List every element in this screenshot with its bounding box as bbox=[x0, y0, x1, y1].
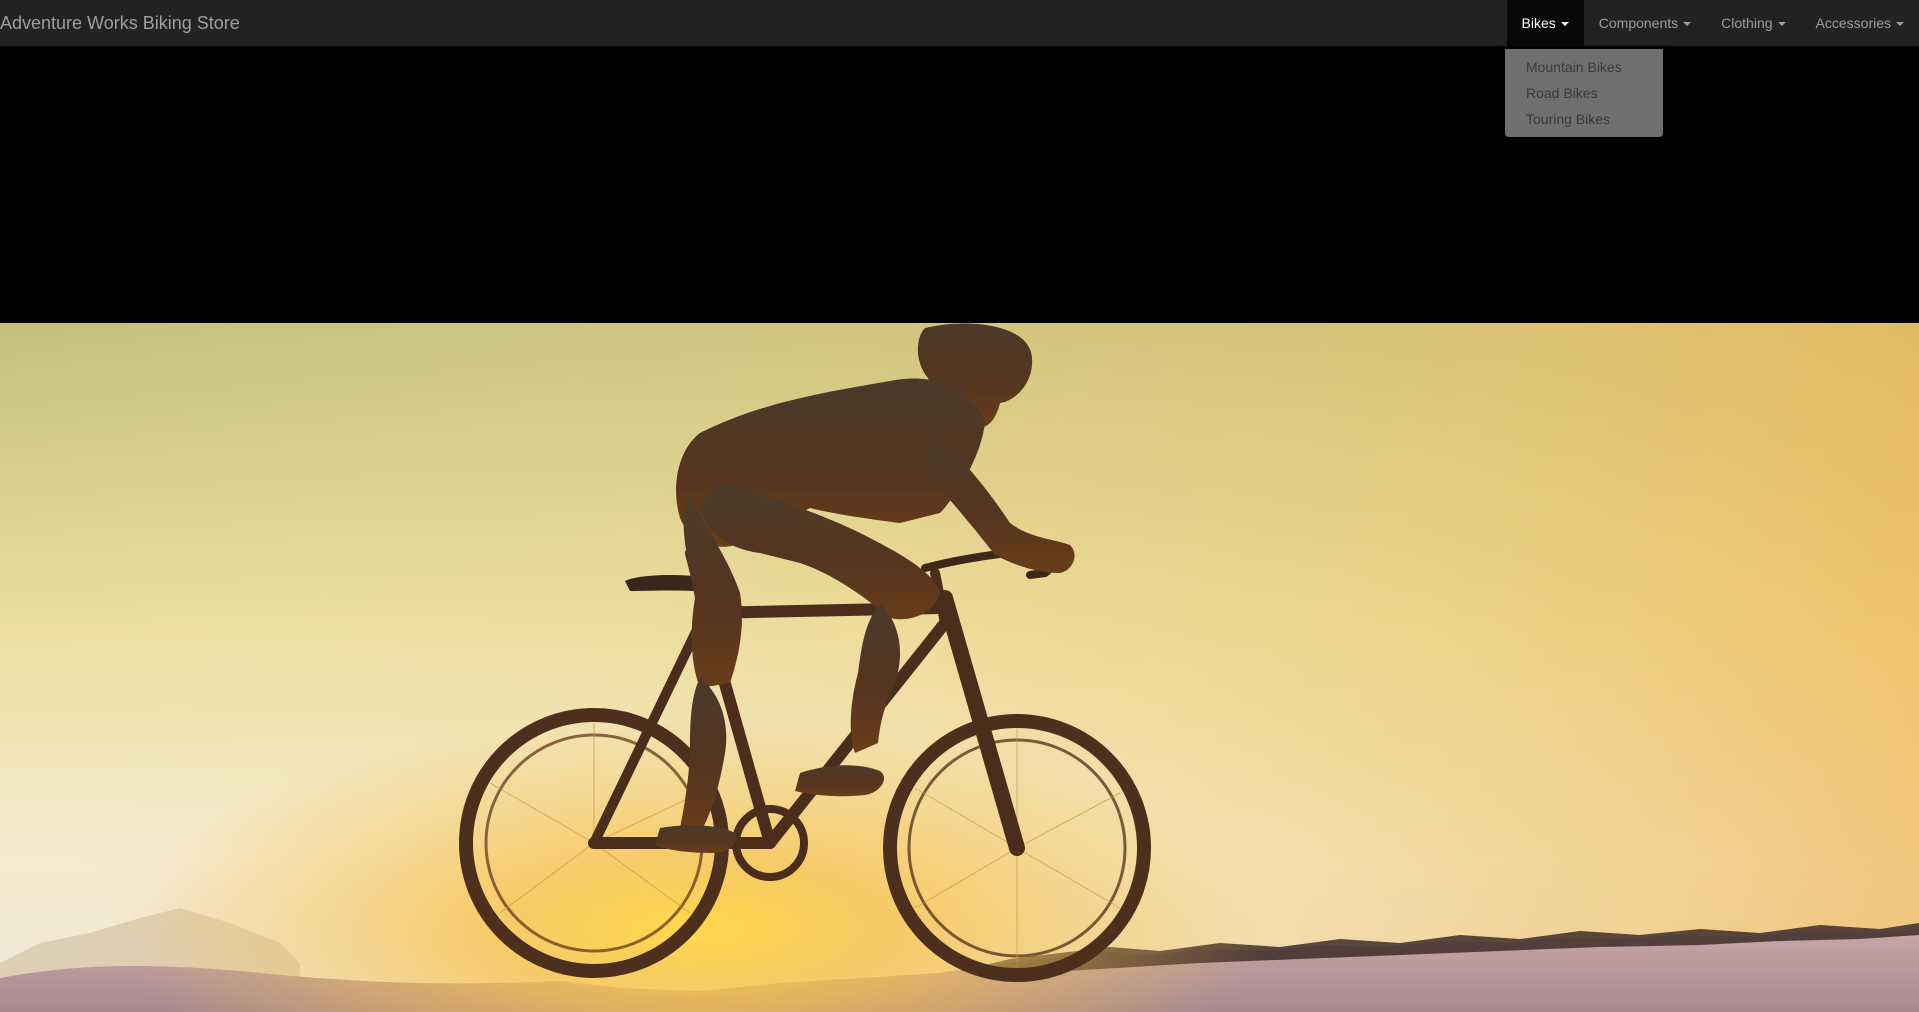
caret-down-icon bbox=[1560, 22, 1569, 27]
nav-components-label: Components bbox=[1598, 15, 1679, 31]
hero-banner-image bbox=[0, 323, 1919, 1012]
menu-item-touring-bikes[interactable]: Touring Bikes bbox=[1505, 106, 1663, 132]
menu-item-road-bikes[interactable]: Road Bikes bbox=[1505, 80, 1663, 106]
caret-down-icon bbox=[1777, 22, 1786, 27]
top-navbar: Adventure Works Biking Store Bikes Compo… bbox=[0, 0, 1919, 47]
cyclist-silhouette-image bbox=[0, 323, 1919, 1012]
nav-clothing-label: Clothing bbox=[1721, 15, 1773, 31]
nav-accessories-label: Accessories bbox=[1815, 15, 1891, 31]
nav-bikes-label: Bikes bbox=[1521, 15, 1556, 31]
nav-bikes-dropdown-toggle[interactable]: Bikes bbox=[1506, 0, 1584, 46]
nav-components-dropdown-toggle[interactable]: Components bbox=[1584, 0, 1706, 46]
nav-accessories-dropdown-toggle[interactable]: Accessories bbox=[1801, 0, 1919, 46]
menu-item-mountain-bikes[interactable]: Mountain Bikes bbox=[1505, 54, 1663, 80]
caret-down-icon bbox=[1683, 22, 1692, 27]
caret-down-icon bbox=[1896, 22, 1904, 27]
nav-clothing-dropdown-toggle[interactable]: Clothing bbox=[1706, 0, 1800, 46]
main-nav: Bikes Components Clothing Accessories bbox=[1506, 0, 1919, 46]
bikes-dropdown-menu: Mountain Bikes Road Bikes Touring Bikes bbox=[1505, 49, 1663, 137]
brand-link[interactable]: Adventure Works Biking Store bbox=[0, 0, 240, 46]
